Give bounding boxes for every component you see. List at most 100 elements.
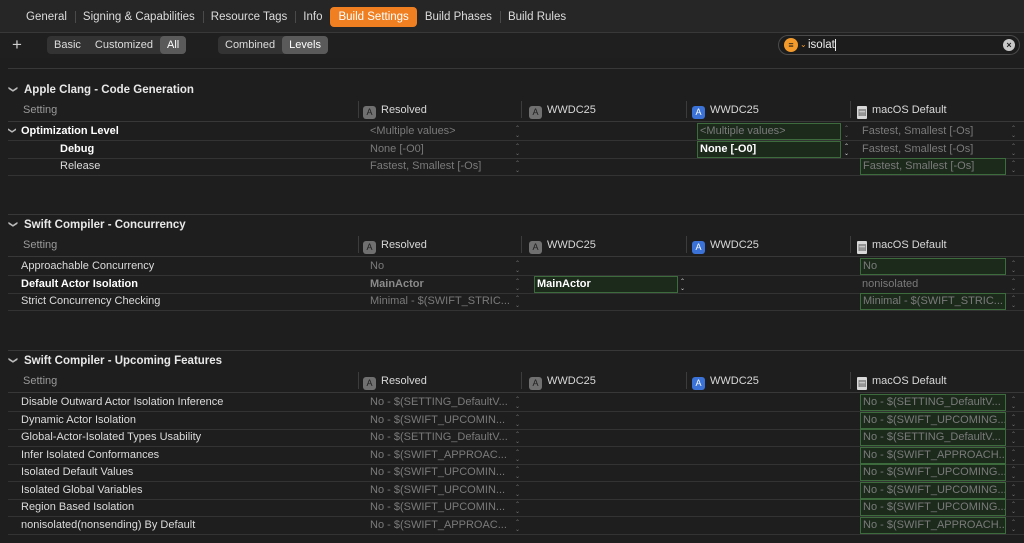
value-resolved[interactable]: Fastest, Smallest [-Os] xyxy=(368,159,520,174)
disclosure-chevron-icon[interactable]: ❯ xyxy=(8,357,19,367)
value-default[interactable]: No - $(SETTING_DefaultV... xyxy=(860,394,1006,411)
setting-row-optimization-level[interactable]: Optimization Level ❯ <Multiple values> ⌃⌄ <M… xyxy=(0,123,1024,140)
value-resolved[interactable]: <Multiple values> xyxy=(368,124,520,139)
search-input[interactable]: isolat xyxy=(808,37,836,53)
stepper-icon[interactable]: ⌃⌄ xyxy=(1010,260,1016,274)
value-resolved[interactable]: No - $(SETTING_DefaultV... xyxy=(368,395,520,410)
stepper-icon[interactable]: ⌃⌄ xyxy=(1010,466,1016,480)
setting-row-strict-concurrency-checking[interactable]: Strict Concurrency Checking Minimal - $(S… xyxy=(0,293,1024,310)
disclosure-chevron-icon[interactable]: ❯ xyxy=(8,221,19,231)
stepper-icon[interactable]: ⌃⌄ xyxy=(843,143,849,157)
stepper-icon[interactable]: ⌃⌄ xyxy=(514,449,520,463)
value-default[interactable]: Minimal - $(SWIFT_STRIC... xyxy=(860,293,1006,310)
add-setting-button[interactable]: + xyxy=(12,35,22,55)
clear-search-icon[interactable]: × xyxy=(1003,39,1015,51)
stepper-icon[interactable]: ⌃⌄ xyxy=(1010,431,1016,445)
setting-row-infer-isolated-conformances[interactable]: Infer Isolated Conformances No - $(SWIFT_… xyxy=(0,446,1024,464)
setting-row-global-actor-isolated-types-usability[interactable]: Global-Actor-Isolated Types Usability No … xyxy=(0,429,1024,446)
value-default[interactable]: No - $(SWIFT_UPCOMING... xyxy=(860,499,1006,516)
value-project[interactable]: None [-O0] xyxy=(697,140,841,158)
disclosure-chevron-icon[interactable]: ❯ xyxy=(8,127,17,134)
stepper-icon[interactable]: ⌃⌄ xyxy=(514,143,520,157)
stepper-icon[interactable]: ⌃⌄ xyxy=(514,414,520,428)
stepper-icon[interactable]: ⌃⌄ xyxy=(514,278,520,292)
stepper-icon[interactable]: ⌃⌄ xyxy=(679,278,685,292)
stepper-icon[interactable]: ⌃⌄ xyxy=(1010,278,1016,292)
setting-row-isolated-global-variables[interactable]: Isolated Global Variables No - $(SWIFT_UP… xyxy=(0,481,1024,499)
value-default[interactable]: No - $(SETTING_DefaultV... xyxy=(860,429,1006,446)
stepper-icon[interactable]: ⌃⌄ xyxy=(514,260,520,274)
value-default[interactable]: No - $(SWIFT_UPCOMING... xyxy=(860,411,1006,429)
tab-build-rules[interactable]: Build Rules xyxy=(499,7,574,27)
stepper-icon[interactable]: ⌃⌄ xyxy=(1010,519,1016,533)
value-default[interactable]: Fastest, Smallest [-Os] xyxy=(860,158,1006,175)
value-resolved[interactable]: MainActor xyxy=(368,277,520,292)
value-target[interactable]: MainActor xyxy=(534,275,678,293)
stepper-icon[interactable]: ⌃⌄ xyxy=(514,519,520,533)
value-default[interactable]: No - $(SWIFT_UPCOMING... xyxy=(860,464,1006,481)
stepper-icon[interactable]: ⌃⌄ xyxy=(1010,501,1016,515)
tab-build-settings[interactable]: Build Settings xyxy=(330,7,417,27)
stepper-icon[interactable]: ⌃⌄ xyxy=(1010,484,1016,498)
value-resolved[interactable]: Minimal - $(SWIFT_STRIC... xyxy=(368,294,520,309)
setting-row-disable-outward-actor-isolation-inference[interactable]: Disable Outward Actor Isolation Inferenc… xyxy=(0,394,1024,411)
value-resolved[interactable]: No - $(SWIFT_UPCOMIN... xyxy=(368,413,520,428)
section-header[interactable]: ❯ Swift Compiler - Upcoming Features xyxy=(8,355,223,367)
stepper-icon[interactable]: ⌃⌄ xyxy=(1010,125,1016,139)
value-default[interactable]: nonisolated xyxy=(860,277,1006,292)
value-resolved[interactable]: None [-O0] xyxy=(368,142,520,157)
stepper-icon[interactable]: ⌃⌄ xyxy=(1010,449,1016,463)
section-header[interactable]: ❯ Swift Compiler - Concurrency xyxy=(8,219,186,231)
tab-general[interactable]: General xyxy=(18,7,75,27)
stepper-icon[interactable]: ⌃⌄ xyxy=(1010,143,1016,157)
value-resolved[interactable]: No - $(SWIFT_UPCOMIN... xyxy=(368,465,520,480)
stepper-icon[interactable]: ⌃⌄ xyxy=(514,295,520,309)
tab-resource-tags[interactable]: Resource Tags xyxy=(202,7,296,27)
scope-all[interactable]: All xyxy=(159,36,187,54)
stepper-icon[interactable]: ⌃⌄ xyxy=(1010,414,1016,428)
stepper-icon[interactable]: ⌃⌄ xyxy=(514,125,520,139)
setting-row-default-actor-isolation[interactable]: Default Actor Isolation MainActor ⌃⌄ MainAc… xyxy=(0,275,1024,293)
stepper-icon[interactable]: ⌃⌄ xyxy=(1010,396,1016,410)
value-resolved[interactable]: No - $(SWIFT_APPROAC... xyxy=(368,518,520,533)
value-resolved[interactable]: No - $(SWIFT_UPCOMIN... xyxy=(368,500,520,515)
value-default[interactable]: No - $(SWIFT_APPROACH... xyxy=(860,516,1006,534)
setting-row-dynamic-actor-isolation[interactable]: Dynamic Actor Isolation No - $(SWIFT_UPCO… xyxy=(0,411,1024,429)
search-field[interactable]: ≡ ⌄ isolat × xyxy=(778,35,1020,55)
stepper-icon[interactable]: ⌃⌄ xyxy=(1010,295,1016,309)
stepper-icon[interactable]: ⌃⌄ xyxy=(514,466,520,480)
value-default[interactable]: Fastest, Smallest [-Os] xyxy=(860,142,1006,157)
stepper-icon[interactable]: ⌃⌄ xyxy=(843,125,849,139)
tab-signing-capabilities[interactable]: Signing & Capabilities xyxy=(74,7,203,27)
view-levels[interactable]: Levels xyxy=(282,36,328,54)
stepper-icon[interactable]: ⌃⌄ xyxy=(514,501,520,515)
value-default[interactable]: No - $(SWIFT_UPCOMING... xyxy=(860,481,1006,499)
value-default[interactable]: No xyxy=(860,258,1006,275)
value-resolved[interactable]: No xyxy=(368,259,520,274)
section-header[interactable]: ❯ Apple Clang - Code Generation xyxy=(8,84,194,96)
setting-row-debug[interactable]: Debug None [-O0] ⌃⌄ None [-O0] ⌃⌄ Fastest, Sm… xyxy=(0,140,1024,158)
setting-row-release[interactable]: Release Fastest, Smallest [-Os] ⌃⌄ Fastest,… xyxy=(0,158,1024,175)
tab-info[interactable]: Info xyxy=(295,7,330,27)
scope-customized[interactable]: Customized xyxy=(88,36,160,54)
value-resolved[interactable]: No - $(SETTING_DefaultV... xyxy=(368,430,520,445)
stepper-icon[interactable]: ⌃⌄ xyxy=(514,396,520,410)
stepper-icon[interactable]: ⌃⌄ xyxy=(514,160,520,174)
value-default[interactable]: Fastest, Smallest [-Os] xyxy=(860,124,1006,139)
stepper-icon[interactable]: ⌃⌄ xyxy=(514,484,520,498)
view-combined[interactable]: Combined xyxy=(218,36,282,54)
value-resolved[interactable]: No - $(SWIFT_UPCOMIN... xyxy=(368,483,520,498)
stepper-icon[interactable]: ⌃⌄ xyxy=(514,431,520,445)
setting-row-isolated-default-values[interactable]: Isolated Default Values No - $(SWIFT_UPCO… xyxy=(0,464,1024,481)
tab-build-phases[interactable]: Build Phases xyxy=(417,7,500,27)
setting-row-region-based-isolation[interactable]: Region Based Isolation No - $(SWIFT_UPCOM… xyxy=(0,499,1024,516)
filter-icon[interactable]: ≡ xyxy=(784,38,798,52)
scope-basic[interactable]: Basic xyxy=(47,36,88,54)
setting-row-approachable-concurrency[interactable]: Approachable Concurrency No ⌃⌄ No ⌃⌄ xyxy=(0,258,1024,275)
stepper-icon[interactable]: ⌃⌄ xyxy=(1010,160,1016,174)
setting-row-nonisolated-nonsending-by-default[interactable]: nonisolated(nonsending) By Default No - $… xyxy=(0,516,1024,534)
value-project[interactable]: <Multiple values> xyxy=(697,123,841,140)
disclosure-chevron-icon[interactable]: ❯ xyxy=(8,86,19,96)
value-default[interactable]: No - $(SWIFT_APPROACH... xyxy=(860,446,1006,464)
value-resolved[interactable]: No - $(SWIFT_APPROAC... xyxy=(368,448,520,463)
